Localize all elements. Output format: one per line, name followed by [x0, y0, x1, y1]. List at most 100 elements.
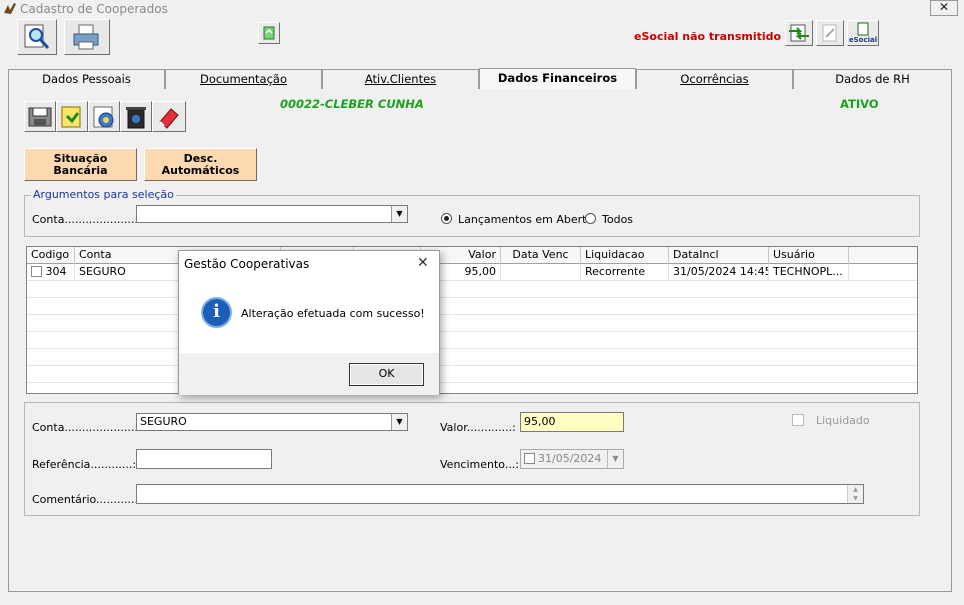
save-button[interactable]: [24, 101, 56, 132]
valor-label: Valor.............:: [440, 421, 516, 434]
tab-label: Ocorrências: [680, 72, 749, 86]
tab-dados-de-rh[interactable]: Dados de RH: [793, 69, 952, 89]
recycle-button[interactable]: [258, 22, 280, 44]
col-codigo[interactable]: Codigo: [27, 247, 75, 264]
vencimento-value: 31/05/2024: [538, 452, 602, 465]
esocial-label: eSocial: [848, 36, 878, 44]
tab-bar: Dados Pessoais Documentação Ativ.Cliente…: [8, 68, 952, 90]
vencimento-checkbox[interactable]: [524, 453, 535, 464]
esocial-status-text: eSocial não transmitido: [634, 30, 782, 43]
lancamentos-grid[interactable]: Codigo Conta Valor Data Venc Liquidacao …: [26, 246, 918, 394]
status-badge: ATIVO: [840, 97, 879, 111]
recycle-icon: [263, 26, 275, 40]
ok-button[interactable]: OK: [349, 363, 424, 386]
printer-icon: [73, 24, 99, 50]
referencia-input[interactable]: [136, 449, 272, 469]
col-dataincl[interactable]: DataIncl: [669, 247, 769, 264]
info-icon: i: [201, 297, 232, 328]
esocial-document-icon: [857, 22, 869, 36]
tab-label: Ativ.Clientes: [364, 72, 437, 86]
dialog-footer: OK: [179, 353, 439, 395]
empty-row: [27, 349, 917, 366]
vencimento-label: Vencimento...:: [440, 458, 520, 471]
cell-usuario: TECHNOPL...: [769, 264, 849, 281]
tab-label: Documentação: [199, 72, 288, 86]
tab-dados-financeiros[interactable]: Dados Financeiros: [479, 68, 636, 90]
tab-ocorrencias[interactable]: Ocorrências: [636, 69, 793, 89]
radio-aberto-label: Lançamentos em Aberto: [458, 213, 594, 226]
empty-row: [27, 315, 917, 332]
dialog-message: Alteração efetuada com sucesso!: [241, 307, 425, 320]
args-conta-select[interactable]: ▼: [136, 205, 408, 223]
desc-automaticos-label-line2: Automáticos: [161, 163, 240, 177]
conta-value: SEGURO: [140, 415, 187, 428]
col-data-venc[interactable]: Data Venc: [501, 247, 581, 264]
print-button[interactable]: [64, 19, 110, 55]
sign-button[interactable]: [816, 20, 844, 46]
new-button[interactable]: [56, 101, 88, 132]
codigo-value: 304: [45, 265, 67, 278]
refresh-document-icon: [93, 106, 114, 127]
transfer-button[interactable]: [785, 20, 813, 46]
comentario-input[interactable]: [136, 484, 864, 504]
new-document-icon: [61, 106, 81, 127]
trash-icon: [126, 106, 146, 128]
situacao-bancaria-label: Situação Bancária: [53, 151, 108, 177]
conta-label: Conta.....................:: [32, 421, 142, 434]
dialog-title: Gestão Cooperativas: [184, 257, 310, 271]
cell-liquidacao: Recorrente: [581, 264, 669, 281]
window-close-button[interactable]: ✕: [930, 0, 958, 16]
row-checkbox[interactable]: [31, 266, 42, 277]
chevron-down-icon[interactable]: ▼: [391, 414, 407, 430]
search-icon: [24, 24, 50, 49]
tab-documentacao[interactable]: Documentação: [165, 69, 322, 89]
pen-document-icon: [822, 24, 837, 42]
comentario-scrollbar[interactable]: ▲ ▼: [847, 485, 863, 503]
eraser-icon: [159, 107, 179, 129]
app-icon: [4, 3, 16, 14]
title-bar: Cadastro de Cooperados ✕: [0, 0, 964, 18]
desc-automaticos-button[interactable]: Desc. Automáticos: [144, 148, 257, 181]
radio-todos[interactable]: [585, 213, 596, 224]
comentario-label: Comentário............:: [32, 493, 142, 506]
conta-select[interactable]: SEGURO ▼: [136, 413, 408, 431]
radio-aberto[interactable]: [441, 213, 452, 224]
empty-row: [27, 366, 917, 383]
dialog-close-button[interactable]: ✕: [417, 255, 429, 271]
radio-todos-label: Todos: [602, 213, 634, 226]
cooperado-name: 00022-CLEBER CUNHA: [280, 97, 424, 111]
window-title: Cadastro de Cooperados: [20, 2, 168, 16]
valor-input[interactable]: 95,00: [520, 412, 624, 432]
tab-label: Dados Financeiros: [497, 71, 618, 85]
clear-button[interactable]: [152, 101, 186, 132]
liquidado-label: Liquidado: [816, 414, 870, 427]
liquidado-checkbox[interactable]: [792, 414, 804, 426]
refresh-button[interactable]: [88, 101, 120, 132]
cell-codigo: 304: [27, 264, 75, 281]
dialog-body: i Alteração efetuada com sucesso!: [179, 277, 439, 353]
situacao-bancaria-button[interactable]: Situação Bancária: [24, 148, 137, 181]
chevron-down-icon[interactable]: ▼: [391, 206, 407, 222]
transfer-arrows-icon: [789, 24, 809, 42]
chevron-down-icon[interactable]: ▼: [607, 450, 623, 468]
empty-row: [27, 298, 917, 315]
args-conta-label: Conta.....................:: [32, 213, 142, 226]
cell-dataincl: 31/05/2024 14:45: [669, 264, 769, 281]
vencimento-datepicker[interactable]: 31/05/2024 ▼: [520, 449, 624, 469]
col-usuario[interactable]: Usuário: [769, 247, 849, 264]
empty-row: [27, 332, 917, 349]
esocial-button[interactable]: eSocial: [847, 20, 879, 46]
message-dialog: Gestão Cooperativas ✕ i Alteração efetua…: [178, 250, 440, 395]
search-button[interactable]: [17, 19, 57, 55]
desc-automaticos-label-line1: Desc.: [183, 151, 218, 165]
table-row[interactable]: 304 SEGURO 95,00 Recorrente 31/05/2024 1…: [27, 264, 917, 281]
col-liquidacao[interactable]: Liquidacao: [581, 247, 669, 264]
args-legend: Argumentos para seleção: [31, 188, 176, 201]
tab-dados-pessoais[interactable]: Dados Pessoais: [8, 69, 165, 89]
delete-button[interactable]: [120, 101, 152, 132]
tab-label: Dados de RH: [835, 72, 910, 86]
tab-ativ-clientes[interactable]: Ativ.Clientes: [322, 69, 479, 89]
grid-header: Codigo Conta Valor Data Venc Liquidacao …: [27, 247, 917, 264]
tab-label: Dados Pessoais: [42, 72, 131, 86]
save-disk-icon: [28, 107, 52, 126]
